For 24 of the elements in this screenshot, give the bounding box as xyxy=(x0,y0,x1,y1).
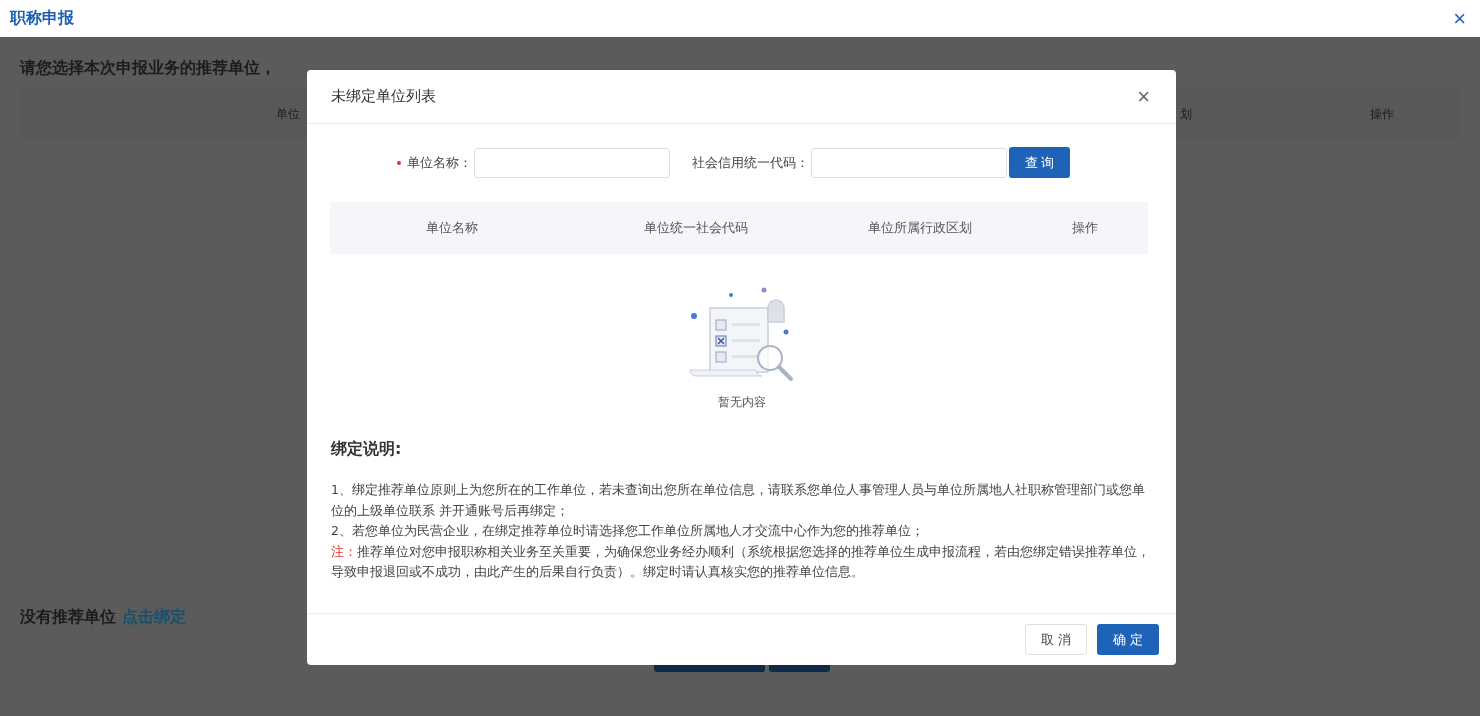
column-header: 单位统一社会代码 xyxy=(644,219,748,237)
field-label: 单位名称： xyxy=(407,153,472,172)
empty-text: 暂无内容 xyxy=(717,394,766,411)
instruction-text: 请您选择本次申报业务的推荐单位， xyxy=(20,58,277,79)
field-label: 社会信用统一代码： xyxy=(692,153,809,172)
column-header: 单位名称 xyxy=(426,219,478,237)
column-header: 操作 xyxy=(1370,105,1394,123)
input-field[interactable] xyxy=(811,147,1007,178)
page-title: 职称申报 xyxy=(10,8,74,29)
column-header: 操作 xyxy=(1072,219,1098,237)
note-text: 注：推荐单位对您申报职称相关业务至关重要，为确保您业务经办顺利（系统根据您选择的推荐单位生成申报流程，若由您绑定错误推荐单位，导致申报退回或不成功，由此产生的后果自行负责）。绑定时请认真核实您的推荐单位信息。 xyxy=(331,542,1151,581)
dialog-title: 未绑定单位列表 xyxy=(331,87,436,106)
note-text: 2、若您单位为民营企业，在绑定推荐单位时请选择您工作单位所属地人才交流中心作为您的推荐单位； xyxy=(331,522,925,540)
column-header: 单位所属行政区划 xyxy=(868,219,972,237)
search-button[interactable]: 查 询 xyxy=(1009,147,1070,178)
notes-title: 绑定说明: xyxy=(331,439,403,460)
note-text: 1、绑定推荐单位原则上为您所在的工作单位，若未查询出您所在单位信息，请联系您单位人事管理人员与单位所属地人社职称管理部门或您单位的上级单位联系 并开通账号后再绑定； xyxy=(331,481,1146,520)
column-header: 划 xyxy=(1180,105,1192,123)
close-button[interactable]: × xyxy=(1131,84,1156,109)
close-button[interactable]: × xyxy=(1449,7,1470,30)
confirm-button[interactable]: 确 定 xyxy=(1097,624,1159,655)
input-field[interactable] xyxy=(474,147,670,178)
no-unit-text: 没有推荐单位 xyxy=(20,607,116,628)
cancel-button[interactable]: 取 消 xyxy=(1025,624,1087,655)
